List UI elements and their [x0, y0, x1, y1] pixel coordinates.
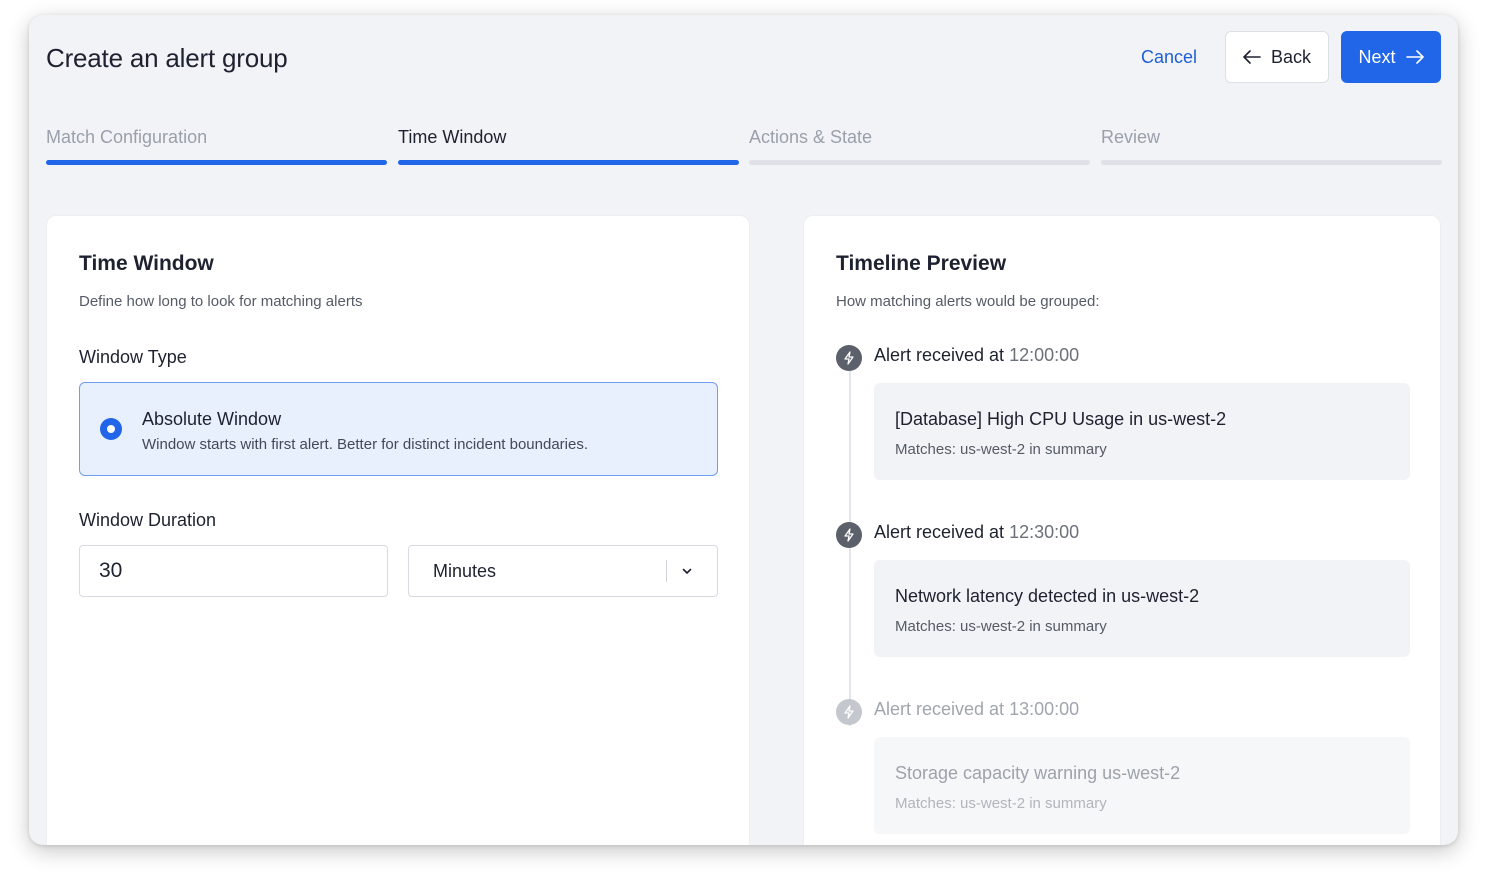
- time-window-card: Time Window Define how long to look for …: [46, 215, 750, 845]
- arrow-right-icon: [1405, 50, 1424, 64]
- step-progress-bar: [1101, 160, 1442, 165]
- select-divider: [666, 560, 667, 582]
- alert-match: Matches: us-west-2 in summary: [895, 441, 1107, 458]
- card-title: Timeline Preview: [836, 252, 1007, 275]
- back-button-label: Back: [1270, 46, 1312, 67]
- timeline-prefix: Alert received at: [874, 345, 1005, 365]
- bolt-icon: [836, 699, 862, 725]
- next-button-label: Next: [1358, 46, 1396, 67]
- step-progress-bar: [46, 160, 387, 165]
- select-value: Minutes: [433, 561, 497, 581]
- bolt-icon: [836, 345, 862, 371]
- card-subtitle: How matching alerts would be grouped:: [836, 293, 1100, 310]
- next-button[interactable]: Next: [1341, 31, 1441, 83]
- step-label: Actions & State: [749, 127, 873, 147]
- timeline-time: 13:00:00: [1009, 699, 1080, 719]
- alert-title: Network latency detected in us-west-2: [895, 586, 1200, 606]
- timeline-heading: Alert received at 12:30:00: [874, 522, 1079, 543]
- alert-card: [Database] High CPU Usage in us-west-2 M…: [874, 383, 1410, 480]
- step-label: Time Window: [398, 127, 507, 147]
- duration-input[interactable]: [79, 545, 388, 597]
- cancel-button[interactable]: Cancel: [1129, 31, 1209, 83]
- step-progress-bar: [398, 160, 739, 165]
- alert-card: Storage capacity warning us-west-2 Match…: [874, 737, 1410, 834]
- alert-card: Network latency detected in us-west-2 Ma…: [874, 560, 1410, 657]
- duration-unit-select[interactable]: Minutes: [408, 545, 718, 597]
- timeline-heading: Alert received at 12:00:00: [874, 345, 1079, 366]
- alert-match: Matches: us-west-2 in summary: [895, 795, 1107, 812]
- card-subtitle: Define how long to look for matching ale…: [79, 293, 363, 310]
- bolt-icon: [836, 522, 862, 548]
- arrow-left-icon: [1243, 50, 1261, 64]
- window-type-label: Window Type: [79, 347, 187, 367]
- option-description: Window starts with first alert. Better f…: [142, 436, 589, 453]
- radio-selected-icon[interactable]: [100, 418, 122, 440]
- step-label: Match Configuration: [46, 127, 208, 147]
- timeline-heading: Alert received at 13:00:00: [874, 699, 1079, 720]
- timeline-connector: [849, 371, 851, 726]
- step-match-configuration[interactable]: Match Configuration: [46, 127, 387, 167]
- step-actions-state[interactable]: Actions & State: [749, 127, 1090, 167]
- absolute-window-option[interactable]: Absolute Window Window starts with first…: [79, 382, 718, 476]
- step-time-window[interactable]: Time Window: [398, 127, 739, 167]
- alert-title: Storage capacity warning us-west-2: [895, 763, 1181, 783]
- timeline-time: 12:30:00: [1009, 522, 1080, 542]
- step-label: Review: [1101, 127, 1161, 147]
- step-review[interactable]: Review: [1101, 127, 1442, 167]
- timeline-time: 12:00:00: [1009, 345, 1080, 365]
- window-duration-label: Window Duration: [79, 510, 217, 530]
- timeline-preview-card: Timeline Preview How matching alerts wou…: [803, 215, 1441, 845]
- timeline-prefix: Alert received at: [874, 522, 1005, 542]
- alert-title: [Database] High CPU Usage in us-west-2: [895, 409, 1227, 429]
- alert-match: Matches: us-west-2 in summary: [895, 618, 1107, 635]
- timeline-prefix: Alert received at: [874, 699, 1005, 719]
- card-title: Time Window: [79, 252, 214, 275]
- back-button[interactable]: Back: [1225, 31, 1329, 83]
- page-title: Create an alert group: [46, 43, 288, 73]
- step-progress-bar: [749, 160, 1090, 165]
- app-window: Create an alert group Cancel Back Next M…: [29, 15, 1458, 845]
- option-title: Absolute Window: [142, 409, 282, 429]
- chevron-down-icon[interactable]: [681, 564, 693, 582]
